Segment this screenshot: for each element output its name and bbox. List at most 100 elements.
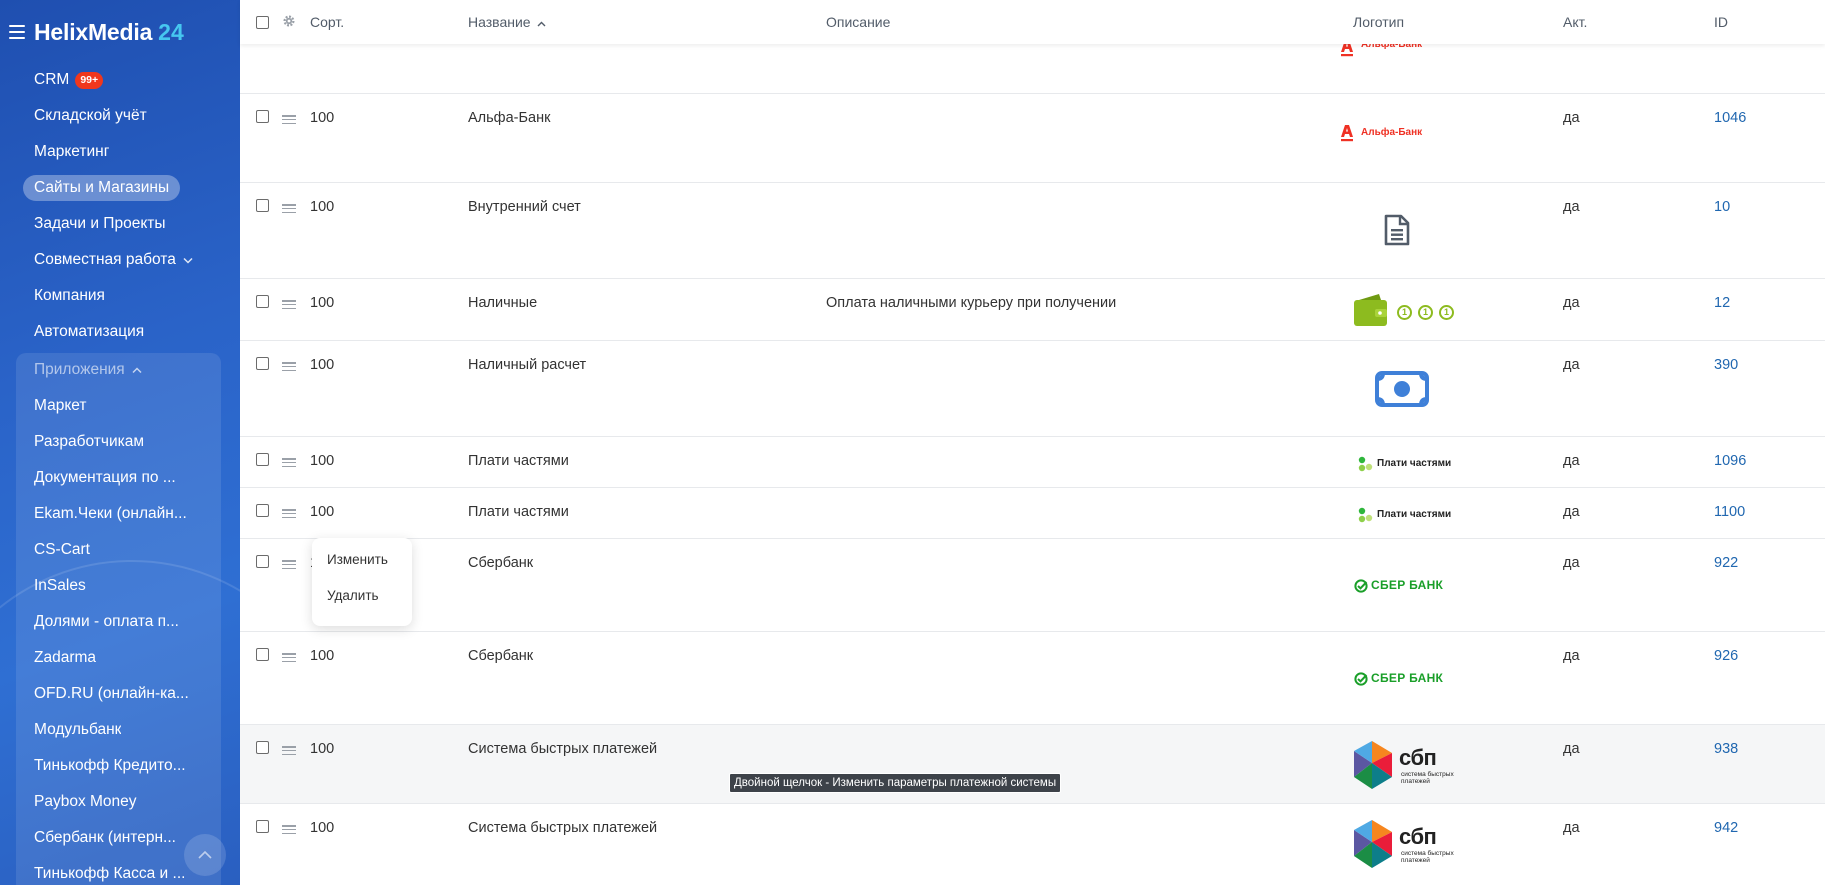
brand-row: HelixMedia 24 [0,14,184,50]
wallet-icon [1354,294,1387,326]
cell-id-link[interactable]: 1096 [1714,453,1746,469]
row-context-menu: Изменить Удалить [312,538,412,626]
context-menu-edit[interactable]: Изменить [312,551,412,587]
sberbank-logo: СБЕР БАНК [1354,578,1464,594]
drag-handle-icon[interactable] [282,300,296,310]
drag-handle-icon[interactable] [282,560,296,570]
cell-active: да [1563,648,1580,664]
cell-id-link[interactable]: 390 [1714,357,1738,373]
cell-id-link[interactable]: 922 [1714,555,1738,571]
scroll-to-top-button[interactable] [184,834,226,876]
cell-sort: 100 [310,820,335,836]
sidebar-app-item[interactable]: CS-Cart [0,532,240,568]
cell-id-link[interactable]: 926 [1714,648,1738,664]
cell-id-link[interactable]: 938 [1714,741,1738,757]
table-row[interactable]: 100 Плати частями Плати частями да 1096 [240,437,1825,488]
sidebar-item-warehouse[interactable]: Складской учёт [0,98,240,134]
drag-handle-icon[interactable] [282,204,296,214]
column-header-logo[interactable]: Логотип [1353,14,1404,30]
sidebar-app-item[interactable]: Paybox Money [0,784,240,820]
table-row[interactable]: 100 Система быстрых платежей сбп система… [240,804,1825,885]
row-checkbox[interactable] [256,110,269,123]
cell-id-link[interactable]: 12 [1714,295,1730,311]
apps-group-header[interactable]: Приложения [0,352,240,388]
sidebar-app-item[interactable]: Тинькофф Кредито... [0,748,240,784]
gear-icon[interactable] [282,14,296,28]
sidebar-app-item[interactable]: Тинькофф Касса и ... [0,856,240,885]
cell-id-link[interactable]: 1046 [1714,110,1746,126]
cell-id-link[interactable]: 10 [1714,199,1730,215]
alfa-bank-logo: Альфа-Банк [1340,123,1422,150]
chevron-up-icon [198,851,212,859]
table-row[interactable]: 100 Внутренний счет да 10 [240,183,1825,279]
context-menu-delete[interactable]: Удалить [312,587,412,623]
table-row[interactable]: 100 Сбербанк СБЕР БАНК да 922 [240,539,1825,632]
sidebar-item-company[interactable]: Компания [0,278,240,314]
sidebar-item-marketing[interactable]: Маркетинг [0,134,240,170]
sidebar-app-label: Сбербанк (интерн... [34,829,176,846]
sidebar-item-sites-shops[interactable]: Сайты и Магазины [0,170,240,206]
row-checkbox[interactable] [256,504,269,517]
row-checkbox[interactable] [256,555,269,568]
column-header-description[interactable]: Описание [826,14,890,30]
sidebar-item-tasks[interactable]: Задачи и Проекты [0,206,240,242]
row-checkbox[interactable] [256,648,269,661]
cell-id-link[interactable]: 1100 [1714,504,1745,520]
cell-description: Оплата наличными курьеру при получении [826,295,1117,311]
coin-icon: 1 [1418,305,1433,320]
sidebar-app-item[interactable]: Сбербанк (интерн... [0,820,240,856]
cell-name: Альфа-Банк [468,110,551,126]
row-checkbox[interactable] [256,741,269,754]
column-header-name[interactable]: Название [468,14,546,30]
row-checkbox[interactable] [256,453,269,466]
row-checkbox[interactable] [256,199,269,212]
table-row[interactable]: 100 Плати частями Плати частями да 1100 [240,488,1825,539]
menu-burger-icon[interactable] [9,25,25,39]
banknote-icon [1375,371,1429,407]
plati-chastyami-text: Плати частями [1377,509,1452,520]
column-header-active[interactable]: Акт. [1563,14,1587,30]
cell-sort: 100 [310,741,335,757]
apps-group-label: Приложения [34,361,125,378]
row-checkbox[interactable] [256,357,269,370]
sberbank-logo-text: СБЕР БАНК [1371,671,1444,685]
table-row[interactable]: 100 Сбербанк СБЕР БАНК да 926 [240,632,1825,725]
drag-handle-icon[interactable] [282,746,296,756]
drag-handle-icon[interactable] [282,509,296,519]
sidebar-app-label: InSales [34,577,86,594]
sidebar-app-item[interactable]: Долями - оплата п... [0,604,240,640]
cell-name: Внутренний счет [468,199,581,215]
payment-systems-table: Альфа-Банк Сорт. Название Описание Логот… [240,0,1825,885]
column-header-id[interactable]: ID [1714,14,1728,30]
table-row[interactable]: 100 Наличные Оплата наличными курьеру пр… [240,279,1825,341]
select-all-checkbox[interactable] [256,16,269,29]
sbp-mark [1354,820,1392,868]
cell-name: Сбербанк [468,555,534,571]
sidebar-app-item[interactable]: Документация по ... [0,460,240,496]
column-header-sort[interactable]: Сорт. [310,14,344,30]
sidebar-item-label: Маркетинг [34,143,110,160]
drag-handle-icon[interactable] [282,362,296,372]
sidebar-app-item[interactable]: Ekam.Чеки (онлайн... [0,496,240,532]
sidebar-item-automation[interactable]: Автоматизация [0,314,240,350]
table-row[interactable]: 100 Наличный расчет да 390 [240,341,1825,437]
sidebar-app-item[interactable]: Разработчикам [0,424,240,460]
sidebar-app-item[interactable]: Модульбанк [0,712,240,748]
drag-handle-icon[interactable] [282,115,296,125]
sidebar-item-crm[interactable]: CRM 99+ [0,62,240,98]
cell-id-link[interactable]: 942 [1714,820,1738,836]
sidebar-app-item[interactable]: OFD.RU (онлайн-ка... [0,676,240,712]
table-row[interactable]: 100 Альфа-Банк Альфа-Банк да 1046 [240,94,1825,183]
sidebar-app-label: CS-Cart [34,541,90,558]
sidebar-app-item[interactable]: Zadarma [0,640,240,676]
sidebar-app-item[interactable]: Маркет [0,388,240,424]
cell-active: да [1563,453,1580,469]
drag-handle-icon[interactable] [282,458,296,468]
drag-handle-icon[interactable] [282,653,296,663]
cell-name: Плати частями [468,453,569,469]
row-checkbox[interactable] [256,295,269,308]
drag-handle-icon[interactable] [282,825,296,835]
sidebar-item-collaboration[interactable]: Совместная работа [0,242,240,278]
sidebar-app-item[interactable]: InSales [0,568,240,604]
row-checkbox[interactable] [256,820,269,833]
